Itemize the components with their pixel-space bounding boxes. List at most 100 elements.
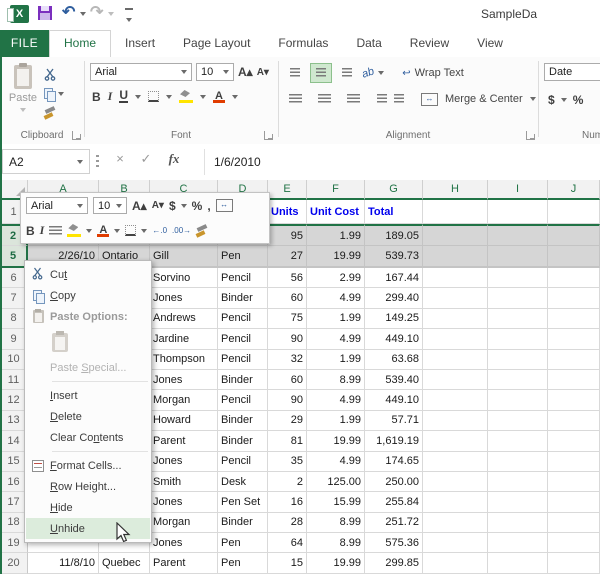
cell-F15[interactable]: 4.99: [307, 451, 365, 472]
cut-button[interactable]: [44, 65, 80, 84]
cell-H14[interactable]: [423, 431, 488, 452]
cell-C10[interactable]: Thompson: [150, 349, 218, 370]
cell-H12[interactable]: [423, 390, 488, 411]
font-color-icon[interactable]: A: [213, 90, 226, 103]
menu-item-format-cells[interactable]: Format Cells...: [26, 455, 150, 476]
cell-G1[interactable]: Total: [365, 200, 423, 224]
column-header-E[interactable]: E: [268, 180, 307, 200]
cell-G9[interactable]: 449.10: [365, 329, 423, 350]
cell-F19[interactable]: 8.99: [307, 533, 365, 554]
currency-button[interactable]: $: [548, 93, 555, 107]
column-header-J[interactable]: J: [548, 180, 600, 200]
cell-C17[interactable]: Jones: [150, 492, 218, 513]
cell-J15[interactable]: [548, 451, 600, 472]
cell-C19[interactable]: Jones: [150, 533, 218, 554]
cell-H20[interactable]: [423, 553, 488, 574]
cell-F1[interactable]: Unit Cost: [307, 200, 365, 224]
mini-percent-button[interactable]: %: [192, 199, 203, 213]
cell-H10[interactable]: [423, 349, 488, 370]
bottom-align-button[interactable]: [336, 63, 358, 83]
cell-H13[interactable]: [423, 410, 488, 432]
mini-merge-center-icon[interactable]: ↔: [215, 199, 233, 212]
cell-G10[interactable]: 63.68: [365, 349, 423, 370]
cell-C11[interactable]: Jones: [150, 369, 218, 391]
cell-D11[interactable]: Binder: [218, 369, 268, 391]
cell-J5[interactable]: [548, 246, 600, 268]
cell-H17[interactable]: [423, 492, 488, 513]
format-painter-button[interactable]: [44, 103, 80, 122]
cell-D10[interactable]: Pencil: [218, 349, 268, 370]
tab-insert[interactable]: Insert: [111, 30, 169, 57]
cell-C20[interactable]: Parent: [150, 553, 218, 574]
cell-C15[interactable]: Jones: [150, 451, 218, 472]
top-align-button[interactable]: [284, 63, 306, 83]
cell-E9[interactable]: 90: [268, 329, 307, 350]
name-box[interactable]: A2: [2, 149, 90, 174]
cell-D20[interactable]: Pen: [218, 553, 268, 574]
menu-item-clear-contents[interactable]: Clear Contents: [26, 427, 150, 448]
borders-icon[interactable]: [148, 91, 160, 102]
cell-I16[interactable]: [488, 471, 548, 493]
cell-D8[interactable]: Pencil: [218, 308, 268, 330]
cell-I2[interactable]: [488, 224, 548, 246]
tab-home[interactable]: Home: [49, 30, 112, 57]
cancel-icon[interactable]: ×: [110, 151, 130, 166]
menu-item-copy[interactable]: Copy: [26, 285, 150, 306]
cell-D13[interactable]: Binder: [218, 410, 268, 432]
menu-item-hide[interactable]: Hide: [26, 497, 150, 518]
cell-F14[interactable]: 19.99: [307, 431, 365, 452]
mini-font-size-combo[interactable]: 10: [93, 197, 127, 214]
mini-align-center-icon[interactable]: [49, 225, 63, 236]
cell-G19[interactable]: 575.36: [365, 533, 423, 554]
cell-H18[interactable]: [423, 512, 488, 534]
tab-formulas[interactable]: Formulas: [264, 30, 342, 57]
column-header-I[interactable]: I: [488, 180, 548, 200]
cell-I11[interactable]: [488, 369, 548, 391]
cell-D14[interactable]: Binder: [218, 431, 268, 452]
cell-F20[interactable]: 19.99: [307, 553, 365, 574]
cell-D19[interactable]: Pen: [218, 533, 268, 554]
qat-customize-icon[interactable]: [124, 8, 134, 30]
cell-C16[interactable]: Smith: [150, 471, 218, 493]
cell-I10[interactable]: [488, 349, 548, 370]
cell-J1[interactable]: [548, 200, 600, 224]
cell-C8[interactable]: Andrews: [150, 308, 218, 330]
redo-dropdown-icon[interactable]: [108, 12, 114, 16]
cell-J13[interactable]: [548, 410, 600, 432]
cell-E7[interactable]: 60: [268, 288, 307, 309]
cell-J18[interactable]: [548, 512, 600, 534]
cell-C14[interactable]: Parent: [150, 431, 218, 452]
cell-E12[interactable]: 90: [268, 390, 307, 411]
menu-item-paste-special[interactable]: Paste Special...: [26, 357, 150, 378]
cell-I6[interactable]: [488, 268, 548, 289]
cell-J2[interactable]: [548, 224, 600, 246]
mini-italic-button[interactable]: I: [40, 223, 45, 238]
cell-G11[interactable]: 539.40: [365, 369, 423, 391]
cell-I18[interactable]: [488, 512, 548, 534]
cell-F8[interactable]: 1.99: [307, 308, 365, 330]
paste-dropdown-icon[interactable]: [20, 108, 26, 113]
cell-E6[interactable]: 56: [268, 268, 307, 289]
align-left-button[interactable]: [284, 89, 306, 109]
menu-item-row-height[interactable]: Row Height...: [26, 476, 150, 497]
cell-I8[interactable]: [488, 308, 548, 330]
cell-C7[interactable]: Jones: [150, 288, 218, 309]
cell-C12[interactable]: Morgan: [150, 390, 218, 411]
copy-button[interactable]: [44, 84, 80, 103]
cell-G17[interactable]: 255.84: [365, 492, 423, 513]
column-header-G[interactable]: G: [365, 180, 423, 200]
cell-G14[interactable]: 1,619.19: [365, 431, 423, 452]
cell-J10[interactable]: [548, 349, 600, 370]
cell-E13[interactable]: 29: [268, 410, 307, 432]
cell-A20[interactable]: 11/8/10: [28, 553, 99, 574]
mini-comma-button[interactable]: ,: [207, 199, 210, 213]
tab-page-layout[interactable]: Page Layout: [169, 30, 264, 57]
menu-item-delete[interactable]: Delete: [26, 406, 150, 427]
cell-D6[interactable]: Pencil: [218, 268, 268, 289]
cell-J6[interactable]: [548, 268, 600, 289]
merge-center-button[interactable]: Merge & Center: [445, 93, 523, 105]
cell-I1[interactable]: [488, 200, 548, 224]
font-size-combo[interactable]: 10: [196, 63, 234, 81]
cell-H7[interactable]: [423, 288, 488, 309]
mini-font-color-icon[interactable]: A: [97, 224, 110, 237]
